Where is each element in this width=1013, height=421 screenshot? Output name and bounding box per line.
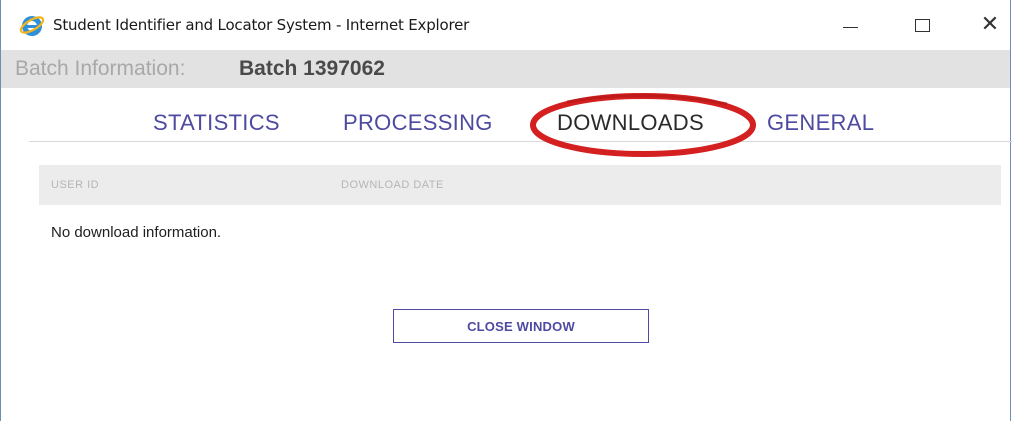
tab-processing[interactable]: PROCESSING [343,110,493,136]
internet-explorer-icon [19,16,45,36]
close-icon: ✕ [980,12,1000,37]
tab-statistics[interactable]: STATISTICS [153,110,280,136]
maximize-button[interactable] [899,8,945,42]
close-button[interactable]: ✕ [967,8,1013,42]
title-bar[interactable]: Student Identifier and Locator System - … [1,0,1010,50]
tab-divider [29,141,1012,142]
window-title: Student Identifier and Locator System - … [53,16,470,34]
column-header-download-date[interactable]: DOWNLOAD DATE [341,179,444,191]
empty-table-message: No download information. [51,224,222,241]
tab-bar: STATISTICS PROCESSING DOWNLOADS GENERAL [1,88,1010,144]
column-header-user-id[interactable]: USER ID [51,179,99,191]
tab-general[interactable]: GENERAL [767,110,874,136]
batch-number: Batch 1397062 [239,57,385,80]
batch-header: Batch Information: Batch 1397062 [1,50,1010,88]
table-header: USER ID DOWNLOAD DATE [39,165,1001,205]
close-window-button[interactable]: CLOSE WINDOW [393,309,649,343]
minimize-button[interactable] [827,8,873,42]
minimize-icon [842,26,858,28]
browser-window: Student Identifier and Locator System - … [0,0,1012,421]
maximize-icon [914,18,930,32]
batch-label: Batch Information: [15,57,186,80]
tab-downloads[interactable]: DOWNLOADS [557,110,704,136]
